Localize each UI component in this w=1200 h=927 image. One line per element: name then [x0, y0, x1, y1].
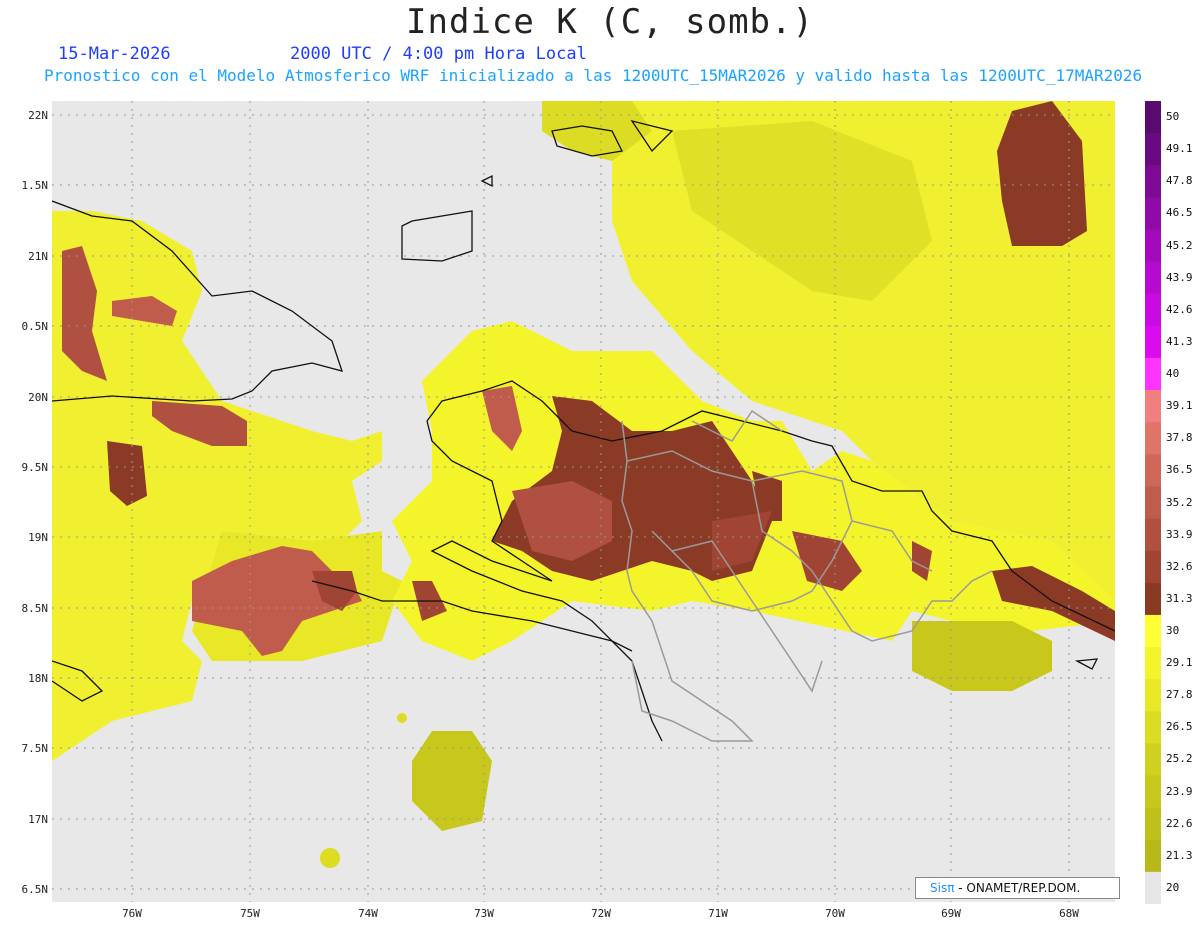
colorbar-swatch [1145, 390, 1161, 423]
lat-label: 18N [28, 672, 48, 685]
colorbar-tick-label: 49.1 [1166, 142, 1193, 156]
colorbar-tick-label: 31.3 [1166, 591, 1193, 605]
colorbar-tick-label: 42.6 [1166, 302, 1193, 316]
lon-label: 76W [122, 907, 142, 920]
lat-label: 17N [28, 813, 48, 826]
lat-label: 9.5N [21, 461, 49, 474]
colorbar-swatch [1145, 454, 1161, 487]
lon-label: 72W [591, 907, 611, 920]
colorbar-tick-label: 33.9 [1166, 527, 1193, 541]
colorbar-tick-label: 47.8 [1166, 174, 1193, 188]
colorbar-swatch [1145, 261, 1161, 295]
lat-label: 0.5N [21, 320, 49, 333]
colorbar-swatch [1145, 647, 1161, 680]
colorbar-swatch [1145, 582, 1161, 616]
colorbar-tick-label: 36.5 [1166, 463, 1193, 477]
colorbar-swatch [1145, 679, 1161, 712]
colorbar-swatch [1145, 518, 1161, 552]
lat-label: 20N [28, 391, 48, 404]
credit-box: Sisπ - ONAMET/REP.DOM. [915, 877, 1120, 899]
lat-label: 7.5N [21, 742, 49, 755]
lat-label: 19N [28, 531, 48, 544]
sis-logo-text: Sisπ [930, 881, 955, 895]
colorbar-tick-label: 40 [1166, 367, 1180, 381]
colorbar-tick-label: 22.6 [1166, 816, 1193, 830]
lat-label: 8.5N [21, 602, 49, 615]
lat-label: 1.5N [21, 179, 49, 192]
colorbar-swatch [1145, 807, 1161, 841]
colorbar [1145, 101, 1161, 904]
colorbar-tick-label: 27.8 [1166, 688, 1193, 702]
colorbar-swatch [1145, 614, 1161, 648]
model-info: Pronostico con el Modelo Atmosferico WRF… [44, 66, 1143, 85]
colorbar-swatch [1145, 293, 1161, 327]
colorbar-tick-label: 30 [1166, 623, 1180, 637]
colorbar-swatch [1145, 357, 1161, 391]
lat-label: 21N [28, 250, 48, 263]
forecast-date: 15-Mar-2026 [58, 44, 171, 64]
colorbar-tick-label: 21.3 [1166, 848, 1193, 862]
forecast-map [52, 101, 1115, 902]
colorbar-swatch [1145, 197, 1161, 230]
chart-title: Indice K (C, somb.) [406, 2, 814, 42]
colorbar-tick-label: 25.2 [1166, 752, 1193, 766]
lon-label: 70W [825, 907, 845, 920]
lon-label: 69W [941, 907, 961, 920]
colorbar-swatch [1145, 422, 1161, 455]
colorbar-tick-label: 46.5 [1166, 206, 1193, 220]
lon-label: 68W [1059, 907, 1079, 920]
colorbar-swatch [1145, 743, 1161, 777]
colorbar-swatch [1145, 871, 1161, 904]
colorbar-tick-label: 41.3 [1166, 334, 1193, 348]
colorbar-tick-label: 29.1 [1166, 656, 1193, 670]
colorbar-tick-label: 45.2 [1166, 238, 1193, 252]
colorbar-swatch [1145, 486, 1161, 520]
colorbar-swatch [1145, 133, 1161, 166]
colorbar-tick-label: 43.9 [1166, 270, 1193, 284]
colorbar-swatch [1145, 711, 1161, 744]
colorbar-tick-label: 37.8 [1166, 431, 1193, 445]
lon-label: 75W [240, 907, 260, 920]
colorbar-tick-label: 39.1 [1166, 399, 1193, 413]
colorbar-swatch [1145, 775, 1161, 809]
colorbar-tick-label: 20 [1166, 880, 1180, 894]
lon-label: 71W [708, 907, 728, 920]
colorbar-swatch [1145, 325, 1161, 359]
colorbar-swatch [1145, 839, 1161, 873]
lon-label: 74W [358, 907, 378, 920]
colorbar-swatch [1145, 101, 1161, 134]
colorbar-tick-label: 32.6 [1166, 559, 1193, 573]
colorbar-tick-label: 50 [1166, 110, 1180, 124]
colorbar-swatch [1145, 550, 1161, 584]
credit-text: - ONAMET/REP.DOM. [954, 881, 1081, 895]
forecast-time: 2000 UTC / 4:00 pm Hora Local [290, 44, 587, 64]
lat-label: 22N [28, 109, 48, 122]
colorbar-tick-label: 26.5 [1166, 720, 1193, 734]
colorbar-tick-label: 35.2 [1166, 495, 1193, 509]
lon-label: 73W [474, 907, 494, 920]
colorbar-swatch [1145, 229, 1161, 263]
colorbar-tick-label: 23.9 [1166, 784, 1193, 798]
lat-label: 6.5N [21, 883, 49, 896]
colorbar-swatch [1145, 165, 1161, 198]
